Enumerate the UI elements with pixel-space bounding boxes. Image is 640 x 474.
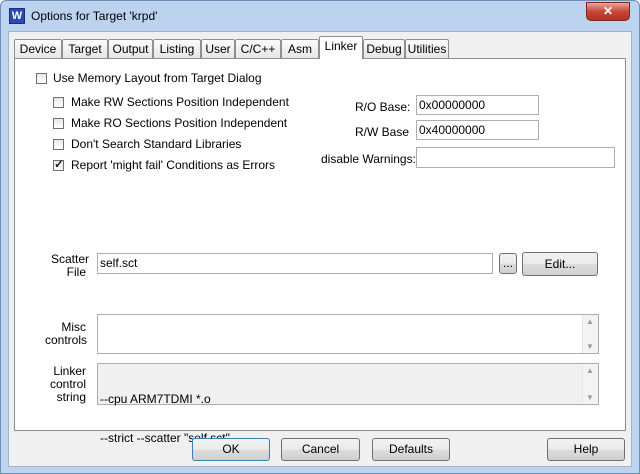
rw-position-independent-checkbox[interactable]: [53, 97, 64, 108]
misc-controls-scrollbar[interactable]: ▲ ▼: [582, 315, 598, 353]
ro-base-input[interactable]: 0x00000000: [416, 95, 539, 115]
lcs-scrollbar[interactable]: ▲ ▼: [582, 364, 598, 404]
tab-cpp[interactable]: C/C++: [235, 39, 281, 58]
app-icon: W: [9, 8, 25, 24]
ro-position-independent-label[interactable]: Make RO Sections Position Independent: [71, 116, 287, 130]
tab-user[interactable]: User: [201, 39, 235, 58]
use-memory-layout-checkbox[interactable]: [36, 73, 47, 84]
ro-position-independent-checkbox[interactable]: [53, 118, 64, 129]
disable-warnings-input[interactable]: [416, 147, 615, 168]
scroll-up-icon[interactable]: ▲: [586, 317, 594, 326]
dont-search-std-libs-label[interactable]: Don't Search Standard Libraries: [71, 137, 241, 151]
might-fail-errors-checkbox[interactable]: [53, 157, 64, 171]
scatter-browse-button[interactable]: ...: [499, 253, 517, 274]
misc-controls-textarea[interactable]: ▲ ▼: [97, 314, 599, 354]
scatter-file-label: Scatter File: [51, 253, 89, 279]
options-dialog: W Options for Target 'krpd' ✕ Device Tar…: [0, 0, 640, 474]
misc-label-line2: controls: [45, 333, 88, 347]
disable-warnings-label: disable Warnings:: [321, 152, 416, 166]
scatter-edit-button[interactable]: Edit...: [522, 252, 598, 276]
tab-listing[interactable]: Listing: [153, 39, 201, 58]
tab-debug[interactable]: Debug: [363, 39, 405, 58]
scroll-down-icon[interactable]: ▼: [586, 342, 594, 351]
scroll-up-icon[interactable]: ▲: [586, 366, 594, 375]
tab-output[interactable]: Output: [108, 39, 153, 58]
lcs-line-1: --cpu ARM7TDMI *.o: [100, 392, 211, 406]
rw-base-input[interactable]: 0x40000000: [416, 120, 539, 140]
misc-controls-label: Misc controls: [45, 321, 88, 347]
might-fail-errors-label[interactable]: Report 'might fail' Conditions as Errors: [71, 158, 275, 172]
tab-device[interactable]: Device: [14, 39, 62, 58]
linker-control-string-box[interactable]: --cpu ARM7TDMI *.o --strict --scatter "s…: [97, 363, 599, 445]
linker-control-string-label: Linker control string: [45, 365, 86, 404]
linker-tab-panel: Use Memory Layout from Target Dialog Mak…: [14, 58, 626, 445]
defaults-button[interactable]: Defaults: [372, 438, 450, 461]
dialog-client-area: Device Target Output Listing User C/C++ …: [8, 31, 632, 467]
ro-base-label: R/O Base:: [355, 100, 411, 114]
tab-asm[interactable]: Asm: [281, 39, 319, 58]
rw-position-independent-label[interactable]: Make RW Sections Position Independent: [71, 95, 289, 109]
tab-target[interactable]: Target: [62, 39, 108, 58]
cancel-button[interactable]: Cancel: [281, 438, 360, 461]
tab-utilities[interactable]: Utilities: [405, 39, 449, 58]
dont-search-std-libs-checkbox[interactable]: [53, 139, 64, 150]
ok-button[interactable]: OK: [192, 438, 270, 461]
rw-base-label: R/W Base: [355, 125, 410, 139]
lcs-label-line3: string: [56, 390, 86, 404]
close-button[interactable]: ✕: [586, 2, 630, 21]
window-title: Options for Target 'krpd': [31, 9, 158, 23]
title-bar[interactable]: W Options for Target 'krpd' ✕: [1, 1, 639, 31]
tab-linker[interactable]: Linker: [319, 36, 363, 59]
scatter-file-input[interactable]: self.sct: [97, 253, 493, 274]
scroll-down-icon[interactable]: ▼: [586, 393, 594, 402]
use-memory-layout-label[interactable]: Use Memory Layout from Target Dialog: [53, 71, 262, 85]
help-button[interactable]: Help: [547, 438, 625, 461]
scatter-label-line2: File: [66, 265, 86, 279]
